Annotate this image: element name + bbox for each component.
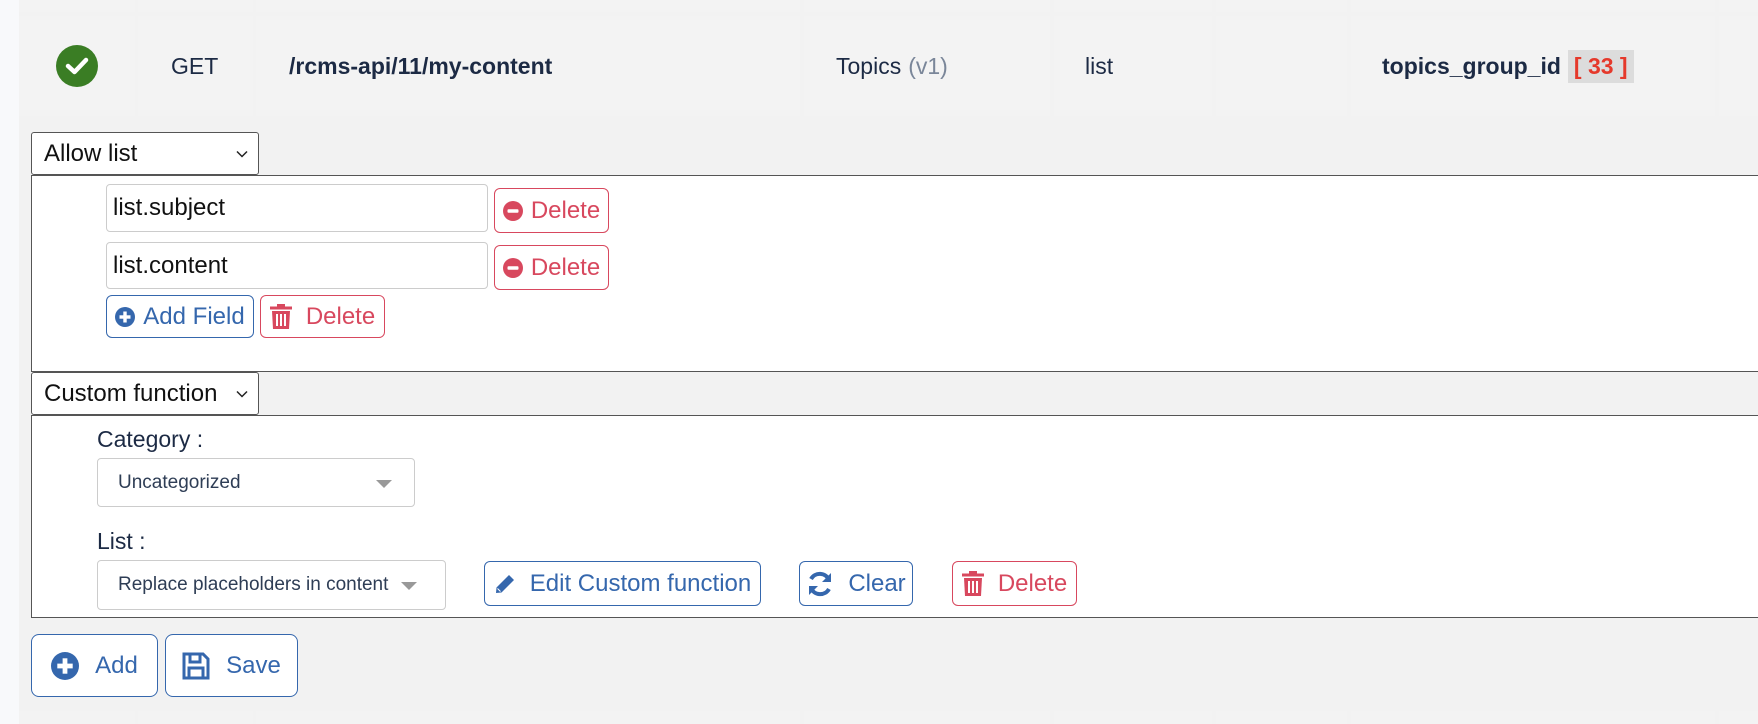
module-cell: Topics (v1) [804, 16, 1050, 116]
module-version: (v1) [908, 52, 948, 79]
minus-circle-icon [502, 200, 523, 221]
edit-custom-function-button[interactable]: Edit Custom function [484, 561, 761, 606]
filter-type-select-allow-list[interactable]: Allow list [31, 132, 259, 175]
caret-down-icon [376, 479, 392, 488]
plus-circle-icon [51, 651, 80, 680]
delete-field-button[interactable]: Delete [494, 245, 609, 290]
clear-button[interactable]: Clear [799, 561, 913, 606]
action-name: list [1085, 52, 1114, 79]
check-circle-icon [56, 45, 98, 87]
allow-field-input[interactable]: list.subject [106, 184, 488, 232]
chevron-down-icon [236, 390, 248, 398]
custom-function-list-select[interactable]: Replace placeholders in content [97, 560, 446, 610]
pencil-icon [495, 574, 514, 593]
caret-down-icon [401, 582, 417, 590]
status-cell [19, 16, 135, 116]
filter-type-select-custom-function[interactable]: Custom function [31, 372, 259, 415]
list-label: List : [97, 528, 146, 554]
delete-allow-list-button[interactable]: Delete [260, 295, 385, 338]
next-table-row [19, 711, 1758, 724]
save-button[interactable]: Save [165, 634, 298, 697]
category-label: Category : [97, 426, 204, 452]
action-cell: list [1054, 16, 1212, 116]
module-name: Topics [836, 52, 902, 79]
previous-table-row [19, 0, 1758, 12]
endpoint-path: /rcms-api/11/my-content [289, 52, 553, 79]
params-cell: topics_group_id [ 33 ] [1351, 16, 1715, 116]
category-select[interactable]: Uncategorized [97, 458, 415, 507]
add-field-button[interactable]: Add Field [106, 295, 254, 338]
delete-field-button[interactable]: Delete [494, 188, 609, 233]
floppy-disk-icon [182, 652, 210, 679]
allow-field-input[interactable]: list.content [106, 242, 488, 289]
route-table-row: GET /rcms-api/11/my-content Topics (v1) … [19, 16, 1758, 116]
refresh-icon [809, 571, 832, 596]
trash-icon [269, 304, 292, 329]
param-name: topics_group_id [1382, 52, 1561, 79]
plus-circle-icon [115, 306, 136, 327]
delete-custom-function-button[interactable]: Delete [952, 561, 1077, 606]
trash-icon [961, 571, 984, 596]
minus-circle-icon [502, 257, 523, 278]
chevron-down-icon [236, 150, 248, 158]
add-button[interactable]: Add [31, 634, 158, 697]
trailing-cell [1719, 16, 1758, 116]
path-cell: /rcms-api/11/my-content [256, 16, 800, 116]
extra-cell [1216, 16, 1347, 116]
param-value-badge: [ 33 ] [1567, 49, 1634, 83]
http-method: GET [171, 52, 219, 79]
method-cell: GET [138, 16, 253, 116]
